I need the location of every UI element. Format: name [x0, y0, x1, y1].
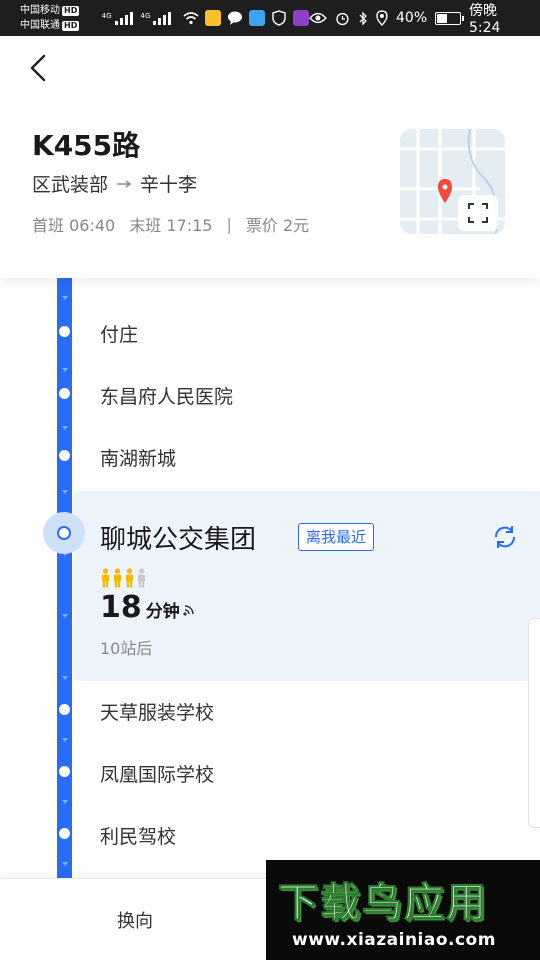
first-bus: 首班 06:40 — [32, 212, 115, 236]
hd-badge: HD — [62, 6, 80, 16]
refresh-icon — [494, 526, 516, 548]
refresh-button[interactable] — [490, 522, 520, 552]
location-icon — [376, 10, 388, 26]
stop-dot — [59, 704, 70, 715]
stop-name: 利民驾校 — [100, 826, 177, 848]
stop-dot — [59, 828, 70, 839]
direction-arrow-icon — [117, 179, 132, 188]
stop-name: 凤凰国际学校 — [100, 764, 215, 786]
carrier-info: 中国移动 HD 中国联通 HD — [20, 3, 102, 33]
stop-item[interactable]: 付庄 — [0, 306, 540, 362]
signal-icon: 4G — [101, 11, 133, 25]
realtime-signal-icon — [183, 605, 194, 616]
watermark-title: 下载鸟应用 — [278, 880, 488, 927]
stop-item[interactable]: 东昌府人民医院 — [0, 368, 540, 424]
clock: 傍晚5:24 — [468, 3, 501, 36]
crowd-level-indicator — [100, 568, 147, 588]
reverse-direction-button[interactable]: 换向 — [60, 879, 210, 960]
eta-unit: 分钟 — [145, 602, 180, 622]
notification-icons — [183, 10, 310, 26]
carrier-2: 中国联通 — [20, 20, 60, 31]
battery-percent: 40% — [396, 10, 428, 26]
hd-badge: HD — [62, 21, 80, 31]
route-header: K455路 区武装部 辛十李 首班 06:40 末班 17:15 | 票价 2元 — [0, 36, 540, 278]
route-origin: 区武装部 — [32, 174, 109, 196]
carrier-1: 中国移动 — [20, 5, 60, 16]
status-bar: 中国移动 HD 中国联通 HD 4G 4G 40% 傍晚5:24 — [0, 0, 540, 36]
eta-value: 18 — [100, 590, 142, 625]
first-bus-time: 06:40 — [69, 216, 116, 235]
route-direction: 区武装部 辛十李 — [32, 170, 197, 197]
app-notification-icon — [205, 10, 222, 26]
battery-icon — [435, 11, 464, 25]
network-type-2: 4G — [140, 11, 151, 20]
eye-icon — [309, 12, 328, 24]
stop-name: 南湖新城 — [100, 448, 177, 470]
fare-value: 2元 — [282, 216, 310, 235]
network-type-1: 4G — [101, 11, 112, 20]
current-stop-name: 聊城公交集团 — [100, 525, 257, 555]
person-icon — [114, 568, 121, 588]
stop-dot — [59, 326, 70, 337]
back-arrow-icon — [30, 54, 46, 82]
signal-icon: 4G — [140, 11, 172, 25]
stop-dot — [59, 388, 70, 399]
shield-icon — [272, 10, 287, 26]
route-destination: 辛十李 — [140, 174, 198, 196]
last-bus: 末班 17:15 — [129, 212, 212, 236]
alarm-icon — [336, 12, 349, 25]
stop-name: 天草服装学校 — [100, 702, 215, 724]
side-drawer-handle[interactable] — [528, 618, 540, 828]
person-icon — [126, 568, 133, 588]
last-bus-label: 末班 — [129, 216, 162, 235]
stop-dot — [59, 766, 70, 777]
person-icon — [102, 568, 109, 588]
fullscreen-icon — [468, 203, 488, 223]
first-bus-label: 首班 — [32, 216, 65, 235]
message-icon — [228, 11, 243, 25]
fare-label: 票价 — [245, 216, 278, 235]
stop-name: 东昌府人民医院 — [100, 386, 234, 408]
route-map-thumbnail[interactable] — [400, 129, 505, 234]
arrival-eta: 18 分钟 — [100, 590, 196, 625]
route-schedule: 首班 06:40 末班 17:15 | 票价 2元 — [32, 212, 309, 236]
nearest-badge: 离我最近 — [298, 523, 375, 551]
app-notification-icon — [249, 10, 266, 26]
stop-item[interactable]: 天草服装学校 — [0, 684, 540, 740]
wifi-icon — [183, 11, 199, 24]
watermark-url: www.xiazainiao.com — [292, 930, 496, 950]
stop-list[interactable]: 付庄 东昌府人民医院 南湖新城 聊城公交集团 离我最近 18 分钟 10站后 天… — [0, 278, 540, 878]
info-separator: | — [226, 214, 232, 234]
stop-item[interactable]: 利民驾校 — [0, 808, 540, 864]
app-notification-icon — [293, 10, 310, 26]
stops-away: 10站后 — [100, 639, 153, 658]
stop-item[interactable]: 凤凰国际学校 — [0, 746, 540, 802]
stop-name: 付庄 — [100, 324, 139, 346]
person-icon — [138, 568, 145, 588]
bluetooth-icon — [359, 10, 368, 26]
route-name: K455路 — [32, 129, 141, 162]
expand-map-button[interactable] — [458, 195, 498, 231]
watermark: 下载鸟应用 www.xiazainiao.com — [266, 860, 540, 960]
status-right: 40% 傍晚5:24 — [309, 0, 528, 36]
last-bus-time: 17:15 — [166, 216, 213, 235]
stop-dot — [59, 450, 70, 461]
current-stop-dot — [57, 526, 71, 540]
back-button[interactable] — [24, 50, 56, 86]
stop-item[interactable]: 南湖新城 — [0, 430, 540, 486]
fare: 票价 2元 — [246, 212, 309, 236]
